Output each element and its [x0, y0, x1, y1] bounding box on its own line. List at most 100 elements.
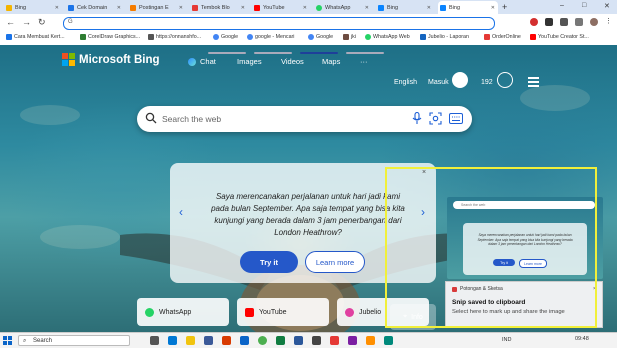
profile-avatar-icon[interactable]	[590, 18, 598, 26]
kebab-menu-icon[interactable]: ⋮	[605, 18, 613, 26]
excel-icon[interactable]	[276, 336, 285, 345]
search-box[interactable]: Search the web	[137, 106, 472, 132]
bookmark-favicon-icon	[343, 34, 349, 40]
bookmark-label: YouTube Creator St...	[538, 34, 589, 40]
maximize-button[interactable]: □	[582, 2, 586, 9]
bookmark-item[interactable]: YouTube Creator St...	[530, 34, 589, 40]
system-clock[interactable]: 09:48	[575, 336, 589, 342]
task-view-icon[interactable]	[150, 336, 159, 345]
bookmark-item[interactable]: OrderOnline	[484, 34, 521, 40]
user-avatar-icon[interactable]	[452, 72, 468, 88]
tab-postingan[interactable]: Postingan E ✕	[128, 1, 186, 14]
rewards-points[interactable]: 192	[481, 79, 493, 86]
visual-search-icon[interactable]	[429, 112, 442, 125]
try-it-button[interactable]: Try it	[240, 251, 298, 273]
close-tab-icon[interactable]: ✕	[365, 5, 369, 11]
reload-button[interactable]: ↻	[38, 17, 46, 27]
extension-dark-icon[interactable]	[545, 18, 553, 26]
tab-youtube[interactable]: YouTube ✕	[252, 1, 310, 14]
rewards-trophy-icon[interactable]	[497, 72, 513, 88]
close-tab-icon[interactable]: ✕	[117, 5, 121, 11]
brand-name: Microsoft Bing	[79, 53, 160, 66]
bookmark-item[interactable]: Cara Membuat Kert...	[6, 34, 65, 40]
close-tab-icon[interactable]: ✕	[241, 5, 245, 11]
puzzle-extensions-icon[interactable]	[560, 18, 568, 26]
bookmark-item[interactable]: google - Mencari	[247, 34, 294, 40]
address-bar[interactable]: G	[63, 17, 495, 30]
app-icon[interactable]	[330, 336, 339, 345]
tab-bing-2[interactable]: Bing ✕	[376, 1, 434, 14]
quick-link-youtube[interactable]: YouTube	[237, 298, 329, 326]
carousel-indicator[interactable]	[208, 52, 246, 54]
bookmark-label: Cara Membuat Kert...	[14, 34, 65, 40]
word-icon[interactable]	[294, 336, 303, 345]
bookmark-label: https://onnanshfo...	[156, 34, 202, 40]
store-icon[interactable]	[204, 336, 213, 345]
bookmark-label: Jubelio - Laporan	[428, 34, 469, 40]
chrome-icon[interactable]	[258, 336, 267, 345]
carousel-indicator[interactable]	[346, 52, 384, 54]
app-icon[interactable]	[384, 336, 393, 345]
tab-cek-domain[interactable]: Cek Domain ✕	[66, 1, 124, 14]
app-icon[interactable]	[366, 336, 375, 345]
file-explorer-icon[interactable]	[186, 336, 195, 345]
bookmark-favicon-icon	[484, 34, 490, 40]
close-tab-icon[interactable]: ✕	[427, 5, 431, 11]
nav-more[interactable]: ···	[360, 57, 368, 66]
minimize-button[interactable]: –	[560, 2, 564, 9]
new-tab-button[interactable]: +	[502, 2, 507, 12]
windows-start-icon[interactable]	[3, 336, 12, 345]
taskbar-search-input[interactable]: ⌕ Search	[18, 335, 130, 346]
nav-videos[interactable]: Videos	[281, 57, 304, 66]
bing-favicon-icon	[6, 4, 12, 11]
bookmark-item[interactable]: Google	[213, 34, 238, 40]
hamburger-menu-icon[interactable]	[528, 77, 539, 89]
nav-chat[interactable]: Chat	[188, 57, 216, 66]
microsoft-bing-logo[interactable]: Microsoft Bing	[62, 53, 160, 66]
bookmark-item[interactable]: WhatsApp Web	[365, 34, 410, 40]
close-tab-icon[interactable]: ✕	[491, 5, 495, 11]
bookmark-favicon-icon	[80, 34, 86, 40]
close-tab-icon[interactable]: ✕	[179, 5, 183, 11]
office-icon[interactable]	[222, 336, 231, 345]
close-tab-icon[interactable]: ✕	[55, 5, 59, 11]
signin-link[interactable]: Masuk	[428, 79, 449, 86]
bookmark-item[interactable]: Jubelio - Laporan	[420, 34, 469, 40]
sidebar-icon[interactable]	[575, 18, 583, 26]
mail-icon[interactable]	[240, 336, 249, 345]
tab-bing-1[interactable]: Bing ✕	[4, 1, 62, 14]
google-g-icon: G	[68, 19, 73, 25]
close-window-button[interactable]: ✕	[604, 2, 610, 10]
nav-images[interactable]: Images	[237, 57, 262, 66]
nav-maps[interactable]: Maps	[322, 57, 340, 66]
bookmark-item[interactable]: jki	[343, 34, 356, 40]
bookmark-favicon-icon	[148, 34, 154, 40]
microphone-icon[interactable]	[412, 112, 422, 125]
search-input[interactable]: Search the web	[162, 114, 221, 124]
globe-favicon-icon	[68, 4, 74, 11]
tab-tembok[interactable]: Tembok Blo ✕	[190, 1, 248, 14]
app-icon[interactable]	[348, 336, 357, 345]
bookmark-item[interactable]: CorelDraw Graphics...	[80, 34, 140, 40]
tab-whatsapp[interactable]: WhatsApp ✕	[314, 1, 372, 14]
bookmark-item[interactable]: Google	[308, 34, 333, 40]
quick-link-whatsapp[interactable]: WhatsApp	[137, 298, 229, 326]
windows-taskbar: ⌕ Search IND 09:48	[0, 332, 617, 348]
keyboard-icon[interactable]	[449, 113, 463, 124]
bookmark-item[interactable]: https://onnanshfo...	[148, 34, 201, 40]
learn-more-button[interactable]: Learn more	[305, 251, 365, 273]
extension-red-icon[interactable]	[530, 18, 538, 26]
forward-button[interactable]: →	[22, 17, 31, 27]
language-link[interactable]: English	[394, 79, 417, 86]
app-icon[interactable]	[312, 336, 321, 345]
close-tab-icon[interactable]: ✕	[303, 5, 307, 11]
chevron-left-icon[interactable]: ‹	[179, 205, 183, 219]
edge-browser-icon[interactable]	[168, 336, 177, 345]
carousel-prompt-text: Saya merencanakan perjalanan untuk hari …	[211, 192, 405, 237]
back-button[interactable]: ←	[6, 17, 15, 27]
tab-bing-active[interactable]: Bing ✕	[438, 1, 498, 14]
carousel-indicator-active[interactable]	[300, 52, 338, 54]
carousel-indicator[interactable]	[254, 52, 292, 54]
input-language-indicator[interactable]: IND	[502, 337, 511, 343]
bookmark-label: WhatsApp Web	[373, 34, 410, 40]
